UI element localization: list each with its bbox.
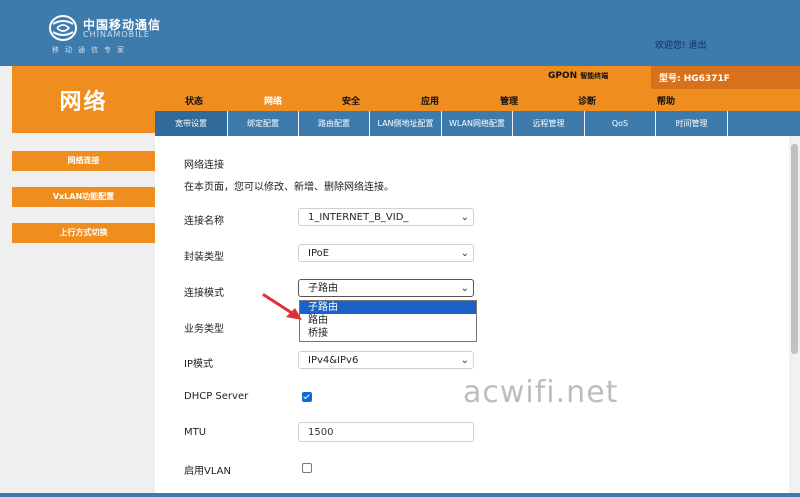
menu-status[interactable]: 状态 <box>185 94 203 107</box>
dhcp-server-label: DHCP Server <box>184 391 249 402</box>
device-type-main: GPON <box>548 71 578 81</box>
brand-slogan: 移动通信专家 <box>52 46 130 54</box>
menu-management[interactable]: 管理 <box>500 94 518 107</box>
brand-name-en: CHINAMOBILE <box>83 30 150 39</box>
menu-security[interactable]: 安全 <box>342 94 360 107</box>
annotation-arrow-icon <box>262 293 302 320</box>
page-scrollbar[interactable] <box>789 136 800 497</box>
welcome-text: 欢迎您! <box>655 41 686 51</box>
sidebar-item-vxlan[interactable]: VxLAN功能配置 <box>12 187 155 207</box>
device-model: 型号: HG6371F <box>659 74 730 84</box>
chevron-down-icon: ⌄ <box>460 248 469 259</box>
sub-menu: 宽带设置 绑定配置 路由配置 LAN侧地址配置 WLAN网络配置 远程管理 Qo… <box>155 111 800 136</box>
service-type-label: 业务类型 <box>184 324 224 335</box>
watermark-text: acwifi.net <box>463 375 619 410</box>
footer-bar <box>0 493 800 497</box>
menu-help[interactable]: 帮助 <box>657 94 675 107</box>
tab-lan-address[interactable]: LAN侧地址配置 <box>370 111 442 136</box>
ip-mode-select[interactable]: IPv4&IPv6 ⌄ <box>298 351 474 369</box>
menu-application[interactable]: 应用 <box>421 94 439 107</box>
chevron-down-icon: ⌄ <box>460 212 469 223</box>
tab-remote-management[interactable]: 远程管理 <box>513 111 585 136</box>
main-menu: 状态 网络 安全 应用 管理 诊断 帮助 <box>155 89 800 111</box>
tab-time-management[interactable]: 时间管理 <box>656 111 728 136</box>
dropdown-option-bridge[interactable]: 桥接 <box>300 327 476 340</box>
device-type: GPON 智能终端 <box>548 71 608 81</box>
ip-mode-value: IPv4&IPv6 <box>308 355 359 366</box>
tab-broadband[interactable]: 宽带设置 <box>155 111 228 136</box>
section-title-block: 网络 <box>12 66 155 133</box>
sidebar-item-uplink-switch[interactable]: 上行方式切换 <box>12 223 155 243</box>
device-info-bar: GPON 智能终端 型号: HG6371F <box>155 66 800 89</box>
connection-name-value: 1_INTERNET_B_VID_ <box>308 212 409 223</box>
dhcp-server-checkbox[interactable] <box>302 392 312 402</box>
china-mobile-logo: 中国移动通信 CHINAMOBILE 移动通信专家 <box>48 14 168 54</box>
connection-name-select[interactable]: 1_INTERNET_B_VID_ ⌄ <box>298 208 474 226</box>
tab-routing[interactable]: 路由配置 <box>299 111 370 136</box>
sidebar-item-network-connection[interactable]: 网络连接 <box>12 151 155 171</box>
welcome-area: 欢迎您! 退出 <box>655 38 707 51</box>
china-mobile-logo-icon <box>49 15 77 41</box>
vlan-label: 启用VLAN <box>184 466 231 477</box>
encapsulation-select[interactable]: IPoE ⌄ <box>298 244 474 262</box>
scrollbar-thumb[interactable] <box>791 144 798 354</box>
dropdown-option-routing[interactable]: 路由 <box>300 314 476 327</box>
mtu-input[interactable]: 1500 <box>298 422 474 442</box>
logout-link[interactable]: 退出 <box>688 41 706 51</box>
chevron-down-icon: ⌄ <box>460 355 469 366</box>
connection-mode-label: 连接模式 <box>184 288 224 299</box>
tab-qos[interactable]: QoS <box>585 111 656 136</box>
menu-network[interactable]: 网络 <box>264 94 282 107</box>
model-box: 型号: HG6371F <box>651 66 800 89</box>
page-description: 在本页面，您可以修改、新增、删除网络连接。 <box>184 182 394 193</box>
encapsulation-value: IPoE <box>308 248 330 259</box>
connection-name-label: 连接名称 <box>184 216 224 227</box>
dropdown-option-sub-routing[interactable]: 子路由 <box>300 301 476 314</box>
mtu-label: MTU <box>184 427 207 438</box>
header-banner: 中国移动通信 CHINAMOBILE 移动通信专家 欢迎您! 退出 <box>0 0 800 66</box>
ip-mode-label: IP模式 <box>184 359 213 370</box>
chevron-down-icon: ⌄ <box>460 283 469 294</box>
page-title: 网络连接 <box>184 160 224 171</box>
encapsulation-label: 封装类型 <box>184 252 224 263</box>
menu-diagnosis[interactable]: 诊断 <box>578 94 596 107</box>
tab-wlan[interactable]: WLAN网络配置 <box>442 111 513 136</box>
vlan-checkbox[interactable] <box>302 463 312 473</box>
section-title: 网络 <box>59 90 108 115</box>
connection-mode-select[interactable]: 子路由 ⌄ <box>298 279 474 297</box>
connection-mode-dropdown-list: 子路由 路由 桥接 <box>299 300 477 342</box>
connection-mode-value: 子路由 <box>308 283 338 294</box>
tab-binding[interactable]: 绑定配置 <box>228 111 299 136</box>
device-type-sub: 智能终端 <box>580 72 609 80</box>
